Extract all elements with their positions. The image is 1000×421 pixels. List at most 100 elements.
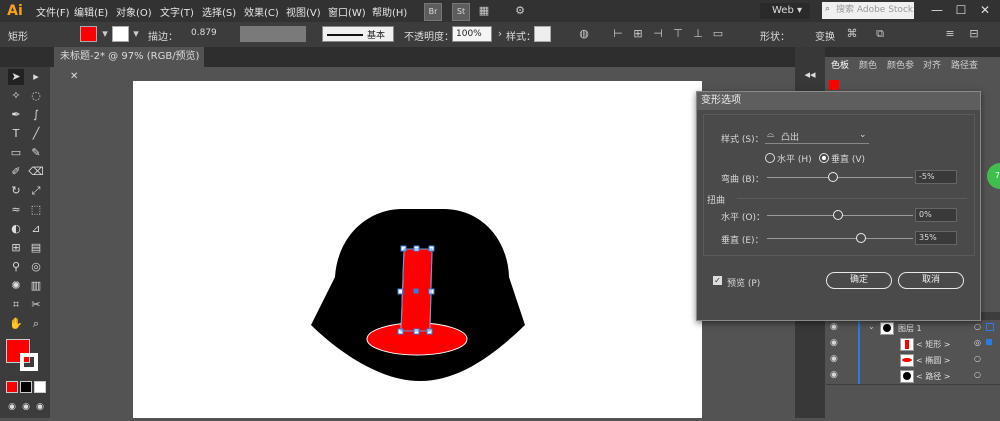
tab-color[interactable]: 颜色 — [859, 58, 877, 71]
slice-tool-icon[interactable]: ✂ — [28, 297, 44, 313]
selection-indicator[interactable] — [986, 339, 992, 345]
panel-menu-icon[interactable]: ≡ — [942, 26, 958, 42]
selection-tool-icon[interactable]: ➤ — [8, 69, 24, 85]
menu-type[interactable]: 文字(T) — [160, 4, 194, 19]
globe-icon[interactable]: ◍ — [576, 26, 592, 42]
eye-icon[interactable]: ◉ — [830, 338, 838, 348]
selection-indicator[interactable] — [986, 323, 994, 331]
gpu-icon[interactable]: ⚙ — [512, 3, 528, 19]
shape-builder-tool-icon[interactable]: ◐ — [8, 221, 24, 237]
blend-tool-icon[interactable]: ◎ — [28, 259, 44, 275]
direct-selection-tool-icon[interactable]: ▸ — [28, 69, 44, 85]
align-left-icon[interactable]: ⊢ — [610, 26, 626, 42]
magic-wand-tool-icon[interactable]: ✧ — [8, 88, 24, 104]
chevron-down-icon[interactable]: ▾ — [97, 26, 113, 42]
layer-row[interactable]: ◉ < 矩形 > ◎ — [826, 336, 1000, 353]
arrange-docs-icon[interactable]: ⊟ — [966, 26, 982, 42]
perspective-tool-icon[interactable]: ⊿ — [28, 221, 44, 237]
paintbrush-tool-icon[interactable]: ✎ — [28, 145, 44, 161]
bend-slider-track[interactable] — [767, 177, 913, 178]
brush-definition[interactable]: 基本 — [322, 26, 394, 42]
dist-v-input[interactable]: 35% — [915, 231, 957, 245]
pen-tool-icon[interactable]: ✒ — [8, 107, 24, 123]
align-center-icon[interactable]: ⊞ — [630, 26, 646, 42]
symbol-sprayer-tool-icon[interactable]: ✺ — [8, 278, 24, 294]
style-dropdown[interactable]: ⌓ 凸出 ⌄ — [765, 129, 869, 144]
gradient-tool-icon[interactable]: ▤ — [28, 240, 44, 256]
bridge-button[interactable]: Br — [424, 3, 442, 21]
menu-window[interactable]: 窗口(W) — [328, 4, 366, 19]
tab-align[interactable]: 对齐 — [923, 58, 941, 71]
document-tab[interactable]: 未标题-2* @ 97% (RGB/预览) ✕ — [54, 47, 204, 82]
zoom-tool-icon[interactable]: ⌕ — [28, 316, 44, 332]
ok-button[interactable]: 确定 — [826, 272, 892, 289]
opacity-input[interactable]: 100% — [452, 26, 492, 42]
isolate-icon[interactable]: ⧉ — [872, 26, 888, 42]
cancel-button[interactable]: 取消 — [898, 272, 964, 289]
menu-effect[interactable]: 效果(C) — [244, 4, 279, 19]
artboard-tool-icon[interactable]: ⌗ — [8, 297, 24, 313]
tab-color-guide[interactable]: 颜色参 — [887, 58, 914, 71]
hand-tool-icon[interactable]: ✋ — [8, 316, 24, 332]
layer-row[interactable]: ◉ ⌄ 图层 1 ○ — [826, 320, 1000, 337]
type-tool-icon[interactable]: T — [8, 126, 24, 142]
transform-label[interactable]: 变换 — [815, 28, 835, 43]
draw-inside-icon[interactable]: ◉ — [32, 399, 48, 415]
shaper-tool-icon[interactable]: ✐ — [8, 164, 24, 180]
target-icon[interactable]: ○ — [974, 354, 981, 363]
maximize-icon[interactable]: ☐ — [950, 2, 972, 18]
menu-select[interactable]: 选择(S) — [202, 4, 236, 19]
current-fill-swatch[interactable] — [829, 80, 839, 90]
align-right-icon[interactable]: ⊣ — [650, 26, 666, 42]
minimize-icon[interactable]: — — [926, 2, 948, 18]
align-top-icon[interactable]: ⊤ — [670, 26, 686, 42]
menu-object[interactable]: 对象(O) — [116, 4, 152, 19]
scale-tool-icon[interactable]: ⤢ — [28, 183, 44, 199]
layer-row[interactable]: ◉ < 椭圆 > ○ — [826, 352, 1000, 369]
menu-edit[interactable]: 编辑(E) — [74, 4, 108, 19]
rectangle-tool-icon[interactable]: ▭ — [8, 145, 24, 161]
eyedropper-tool-icon[interactable]: ⚲ — [8, 259, 24, 275]
free-transform-tool-icon[interactable]: ⬚ — [28, 202, 44, 218]
search-input[interactable]: 搜索 Adobe Stock — [822, 2, 914, 19]
warp-icon[interactable]: ⌘ — [844, 26, 860, 42]
eye-icon[interactable]: ◉ — [830, 370, 838, 380]
close-icon[interactable]: ✕ — [974, 2, 996, 18]
bend-input[interactable]: -5% — [915, 170, 957, 184]
vertical-radio[interactable] — [819, 153, 829, 163]
align-middle-icon[interactable]: ⊥ — [690, 26, 706, 42]
workspace-dropdown[interactable]: Web ▾ — [760, 3, 810, 19]
dist-h-slider-knob[interactable] — [833, 210, 843, 220]
graph-tool-icon[interactable]: ▥ — [28, 278, 44, 294]
curvature-tool-icon[interactable]: ∫ — [28, 107, 44, 123]
stroke-weight-input[interactable]: 0.879 — [188, 26, 232, 42]
eye-icon[interactable]: ◉ — [830, 354, 838, 364]
color-mode-button[interactable] — [6, 381, 18, 393]
align-bottom-icon[interactable]: ▭ — [710, 26, 726, 42]
stroke-color-swatch[interactable] — [20, 353, 38, 371]
target-icon[interactable]: ◎ — [974, 338, 981, 347]
target-icon[interactable]: ○ — [974, 322, 981, 331]
stock-button[interactable]: St — [452, 3, 470, 21]
gradient-mode-button[interactable] — [20, 381, 32, 393]
target-icon[interactable]: ○ — [974, 370, 981, 379]
horizontal-radio[interactable] — [765, 153, 775, 163]
lasso-tool-icon[interactable]: ◌ — [28, 88, 44, 104]
chevron-down-icon[interactable]: ▾ — [128, 26, 144, 42]
close-icon[interactable]: ✕ — [70, 71, 78, 82]
tab-pathfinder[interactable]: 路径查 — [951, 58, 978, 71]
layer-row[interactable]: ◉ < 路径 > ○ — [826, 368, 1000, 385]
eye-icon[interactable]: ◉ — [830, 322, 838, 332]
mesh-tool-icon[interactable]: ⊞ — [8, 240, 24, 256]
bend-slider-knob[interactable] — [828, 172, 838, 182]
eraser-tool-icon[interactable]: ⌫ — [28, 164, 44, 180]
menu-file[interactable]: 文件(F) — [36, 4, 70, 19]
arrange-icon[interactable]: ▦ — [476, 3, 492, 19]
rotate-tool-icon[interactable]: ↻ — [8, 183, 24, 199]
stroke-swatch[interactable] — [112, 26, 129, 42]
dist-v-slider-knob[interactable] — [856, 233, 866, 243]
variable-width-profile[interactable] — [240, 26, 306, 42]
warp-tool-icon[interactable]: ≈ — [8, 202, 24, 218]
collapse-panel-icon[interactable]: ◂◂ — [802, 67, 818, 83]
menu-view[interactable]: 视图(V) — [286, 4, 321, 19]
